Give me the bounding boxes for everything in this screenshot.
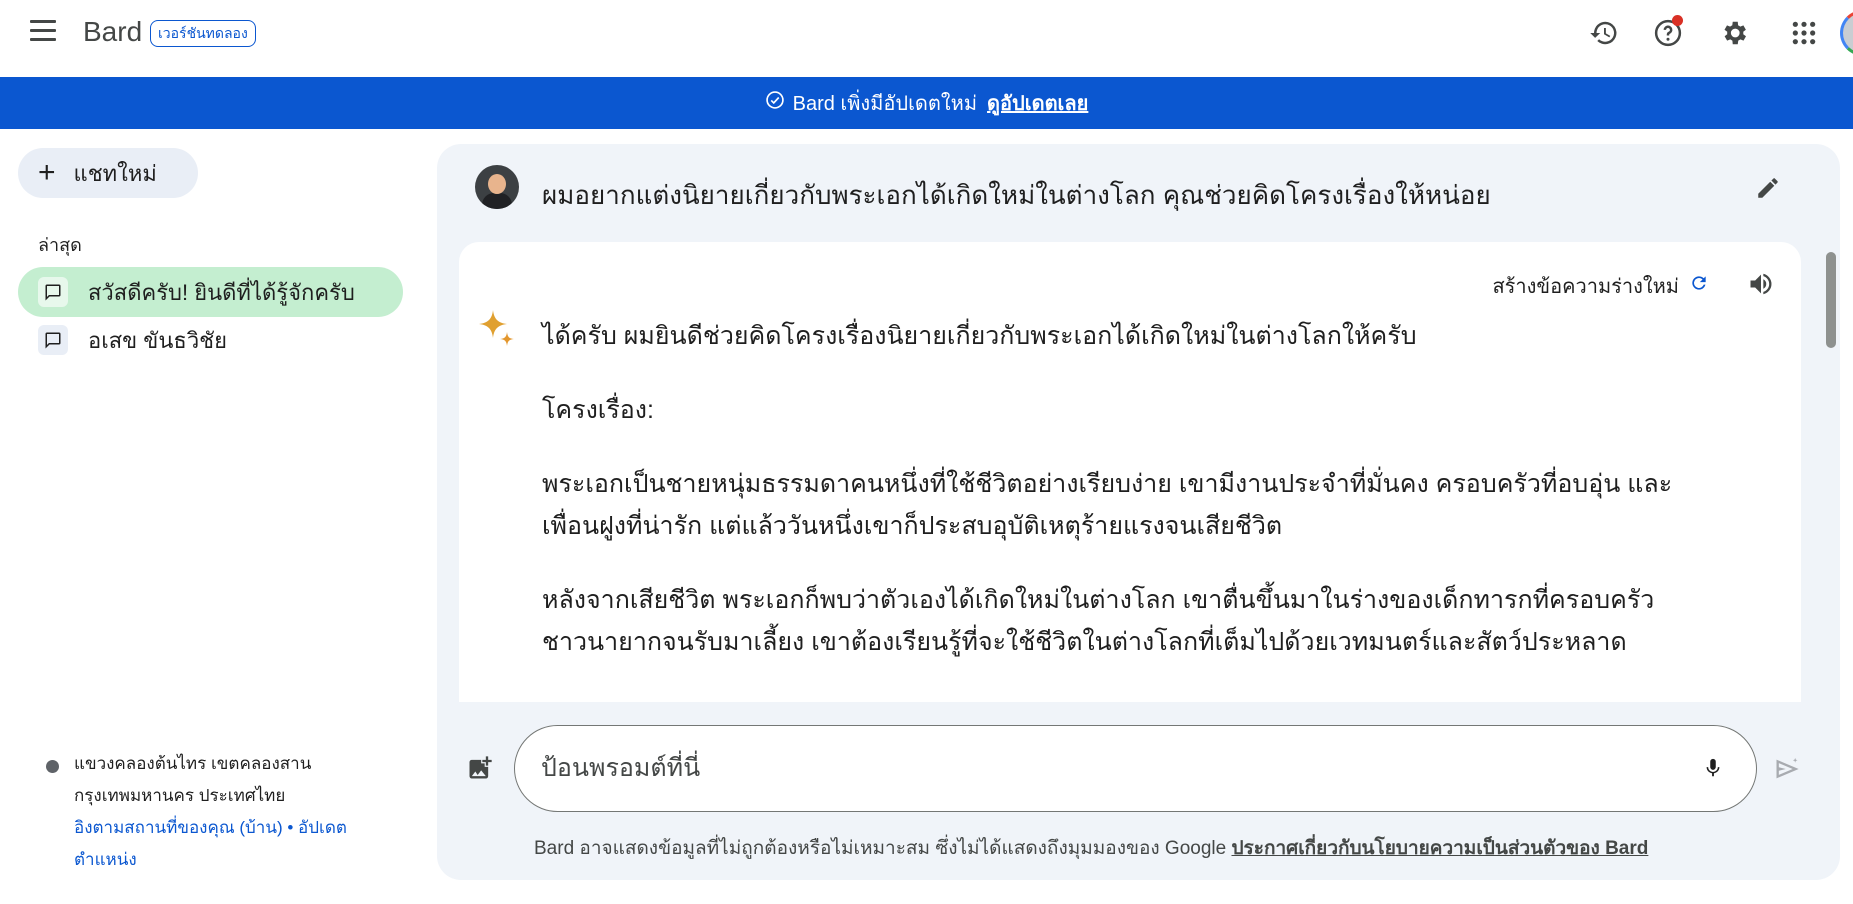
response-card: สร้างข้อความร่างใหม่ ได้ครับ ผมยินดีช่วย… bbox=[459, 242, 1801, 702]
bard-sparkle-icon bbox=[477, 308, 519, 350]
recent-heading: ล่าสุด bbox=[38, 235, 82, 255]
apps-grid-icon[interactable] bbox=[1784, 13, 1824, 53]
edit-pencil-icon[interactable] bbox=[1750, 170, 1786, 206]
recent-chat-label: สวัสดีครับ! ยินดีที่ได้รู้จักครับ bbox=[88, 279, 355, 305]
notification-dot bbox=[1672, 15, 1683, 26]
response-text: ได้ครับ ผมยินดีช่วยคิดโครงเรื่องนิยายเกี… bbox=[542, 315, 1722, 695]
user-prompt-text: ผมอยากแต่งนิยายเกี่ยวกับพระเอกได้เกิดใหม… bbox=[542, 180, 1491, 210]
banner-text: Bard เพิ่งมีอัปเดตใหม่ bbox=[792, 93, 978, 115]
location-line-1: แขวงคลองต้นไทร เขตคลองสาน bbox=[74, 754, 312, 773]
update-location-link-cont[interactable]: ตำแหน่ง bbox=[74, 850, 137, 869]
regenerate-draft-button[interactable]: สร้างข้อความร่างใหม่ bbox=[1492, 270, 1709, 302]
response-paragraph: ได้ครับ ผมยินดีช่วยคิดโครงเรื่องนิยายเกี… bbox=[542, 322, 1417, 350]
user-avatar bbox=[475, 165, 519, 209]
location-source-link[interactable]: อิงตามสถานที่ของคุณ (บ้าน) bbox=[74, 818, 283, 837]
chat-bubble-icon bbox=[38, 277, 68, 307]
brand-logo[interactable]: Bard bbox=[83, 16, 142, 48]
disclaimer: Bard อาจแสดงข้อมูลที่ไม่ถูกต้องหรือไม่เห… bbox=[534, 833, 1648, 863]
response-paragraph: โครงเรื่อง: bbox=[542, 396, 654, 424]
experiment-badge: เวอร์ชันทดลอง bbox=[150, 20, 256, 47]
speaker-icon[interactable] bbox=[1743, 266, 1779, 302]
update-banner: Bard เพิ่งมีอัปเดตใหม่ ดูอัปเดตเลย bbox=[0, 77, 1853, 129]
prompt-box bbox=[514, 725, 1757, 812]
response-scrollbar[interactable] bbox=[1826, 252, 1836, 348]
microphone-icon[interactable] bbox=[1696, 751, 1730, 785]
recent-chat-item[interactable]: อเสข ขันธวิชัย bbox=[18, 315, 403, 365]
regenerate-label: สร้างข้อความร่างใหม่ bbox=[1492, 276, 1679, 298]
location-separator: • bbox=[287, 818, 294, 837]
location-info: แขวงคลองต้นไทร เขตคลองสาน กรุงเทพมหานคร … bbox=[46, 748, 376, 876]
history-icon[interactable] bbox=[1584, 13, 1624, 53]
response-paragraph: พระเอกเป็นชายหนุ่มธรรมดาคนหนึ่งที่ใช้ชีว… bbox=[542, 470, 1673, 540]
settings-gear-icon[interactable] bbox=[1714, 13, 1754, 53]
prompt-input[interactable] bbox=[541, 748, 1641, 788]
recent-chat-item[interactable]: สวัสดีครับ! ยินดีที่ได้รู้จักครับ bbox=[18, 267, 403, 317]
plus-icon: + bbox=[38, 156, 56, 189]
new-chat-label: แชทใหม่ bbox=[73, 160, 157, 186]
location-line-2: กรุงเทพมหานคร ประเทศไทย bbox=[74, 786, 286, 805]
verified-check-icon bbox=[765, 90, 785, 116]
chat-bubble-icon bbox=[38, 325, 68, 355]
refresh-icon bbox=[1689, 273, 1709, 299]
recent-chat-label: อเสข ขันธวิชัย bbox=[88, 327, 227, 353]
new-chat-button[interactable]: + แชทใหม่ bbox=[18, 148, 198, 198]
hamburger-menu-icon[interactable] bbox=[28, 20, 58, 46]
privacy-notice-link[interactable]: ประกาศเกี่ยวกับนโยบายความเป็นส่วนตัวของ … bbox=[1231, 838, 1648, 859]
help-icon[interactable] bbox=[1648, 13, 1688, 53]
top-app-bar: Bard เวอร์ชันทดลอง bbox=[0, 0, 1853, 66]
add-image-icon[interactable] bbox=[462, 750, 498, 786]
send-icon[interactable] bbox=[1770, 752, 1804, 786]
response-paragraph: หลังจากเสียชีวิต พระเอกก็พบว่าตัวเองได้เ… bbox=[542, 586, 1655, 656]
update-location-link[interactable]: อัปเดต bbox=[298, 818, 347, 837]
location-dot-icon bbox=[46, 760, 59, 773]
disclaimer-text: Bard อาจแสดงข้อมูลที่ไม่ถูกต้องหรือไม่เห… bbox=[534, 838, 1227, 859]
account-avatar[interactable] bbox=[1840, 10, 1853, 56]
banner-updates-link[interactable]: ดูอัปเดตเลย bbox=[987, 87, 1088, 119]
